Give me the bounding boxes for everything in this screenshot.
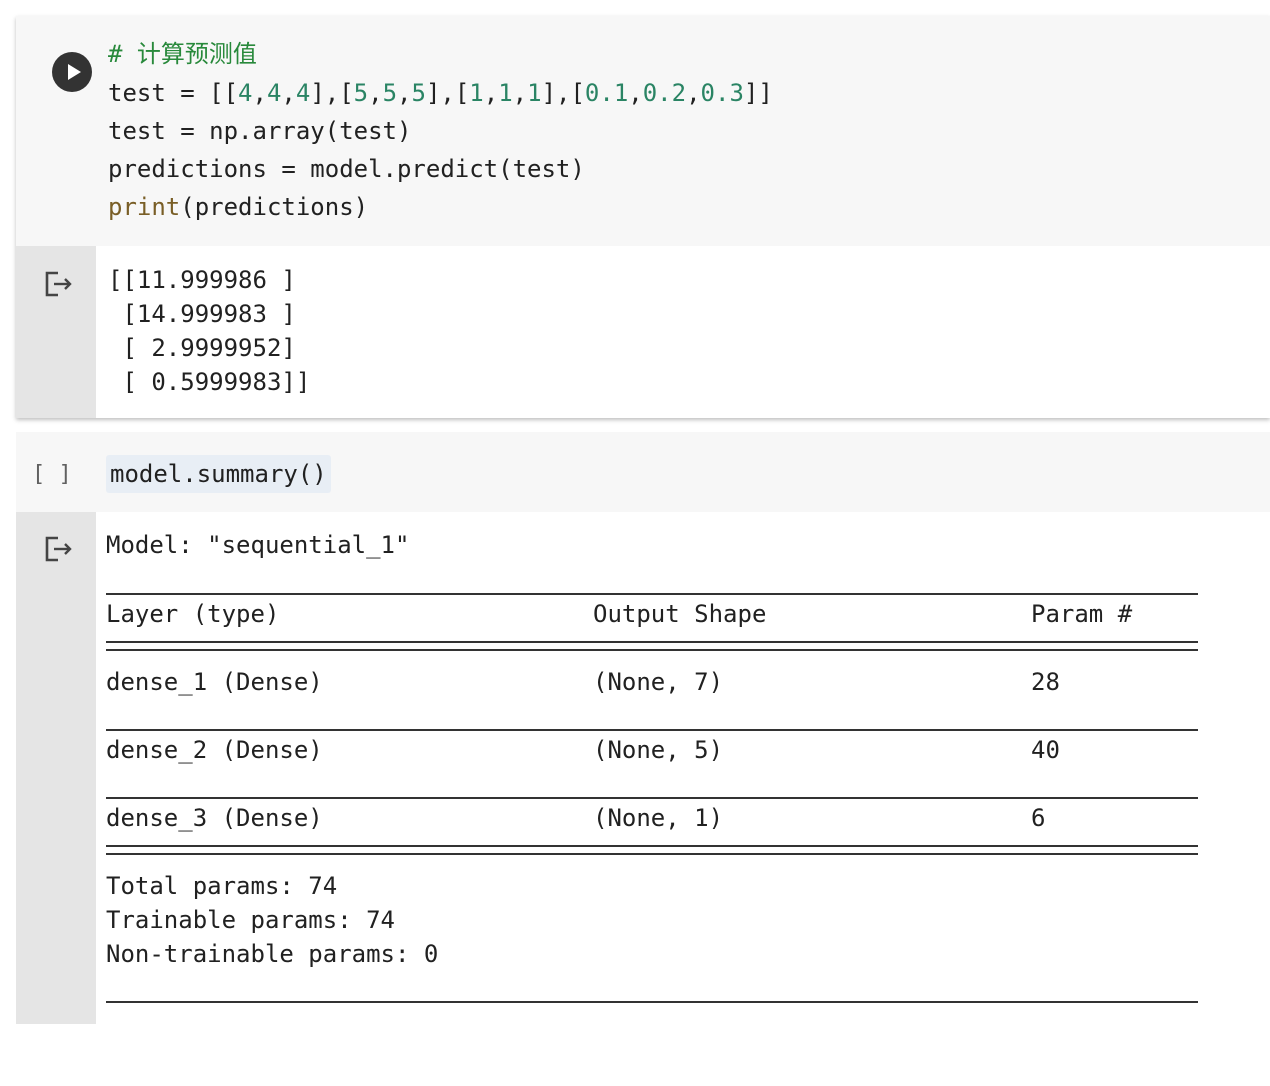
code-number: 4 [238, 79, 253, 107]
header-layer-type: Layer (type) [106, 600, 280, 628]
code-number: 5 [382, 79, 398, 107]
code-number: 4 [266, 79, 282, 107]
code-line-summary[interactable]: model.summary() [106, 455, 331, 493]
code-line-np-array[interactable]: test = np.array(test) [108, 113, 411, 149]
code-number: 0.1 [584, 79, 629, 107]
cell-run-bracket[interactable]: [ ] [32, 458, 72, 492]
header-output-shape: Output Shape [593, 600, 767, 628]
summary-rule [106, 1001, 1198, 1003]
output-redirect-icon[interactable] [44, 269, 74, 299]
layer-params: 40 [1031, 736, 1060, 764]
code-number: 1 [498, 79, 513, 107]
model-name-line: Model: "sequential_1" [106, 531, 410, 559]
code-number: 4 [295, 79, 311, 107]
code-comment: # 计算预测值 [108, 40, 257, 68]
output-redirect-icon[interactable] [44, 534, 74, 564]
output-gutter [16, 512, 96, 1024]
trainable-params: Trainable params: 74 [106, 906, 395, 934]
summary-double-rule [106, 641, 1198, 651]
non-trainable-params: Non-trainable params: 0 [106, 940, 439, 968]
run-cell-button[interactable] [52, 52, 92, 92]
code-number: 0.2 [642, 79, 687, 107]
summary-rule [106, 797, 1198, 799]
code-number: 5 [353, 79, 369, 107]
code-number: 0.3 [700, 79, 744, 107]
code-builtin: print [108, 193, 181, 221]
code-line-test-list[interactable]: test = [[4,4,4],[5,5,5],[1,1,1],[0.1,0.2… [108, 75, 773, 111]
code-number: 1 [527, 79, 542, 107]
layer-shape: (None, 1) [593, 804, 724, 832]
code-number: 1 [469, 79, 484, 107]
code-text: test = [[ [108, 79, 239, 107]
layer-shape: (None, 5) [593, 736, 724, 764]
play-icon [68, 64, 81, 80]
output-line: [[11.999986 ] [108, 266, 296, 294]
layer-params: 28 [1031, 668, 1060, 696]
code-line-comment[interactable]: # 计算预测值 [108, 36, 257, 72]
code-line-print[interactable]: print(predictions) [108, 189, 368, 225]
output-line: [ 2.9999952] [108, 334, 296, 362]
code-text: (predictions) [180, 193, 369, 221]
layer-name: dense_1 (Dense) [106, 668, 323, 696]
layer-shape: (None, 7) [593, 668, 724, 696]
total-params: Total params: 74 [106, 872, 338, 900]
summary-rule [106, 729, 1198, 731]
code-number: 5 [411, 79, 426, 107]
output-line: [ 0.5999983]] [108, 368, 311, 396]
summary-rule [106, 593, 1198, 595]
layer-name: dense_2 (Dense) [106, 736, 323, 764]
output-line: [14.999983 ] [108, 300, 296, 328]
layer-params: 6 [1031, 804, 1046, 832]
header-param-count: Param # [1031, 600, 1133, 628]
layer-name: dense_3 (Dense) [106, 804, 323, 832]
code-line-predict[interactable]: predictions = model.predict(test) [108, 151, 585, 187]
summary-double-rule [106, 845, 1198, 855]
